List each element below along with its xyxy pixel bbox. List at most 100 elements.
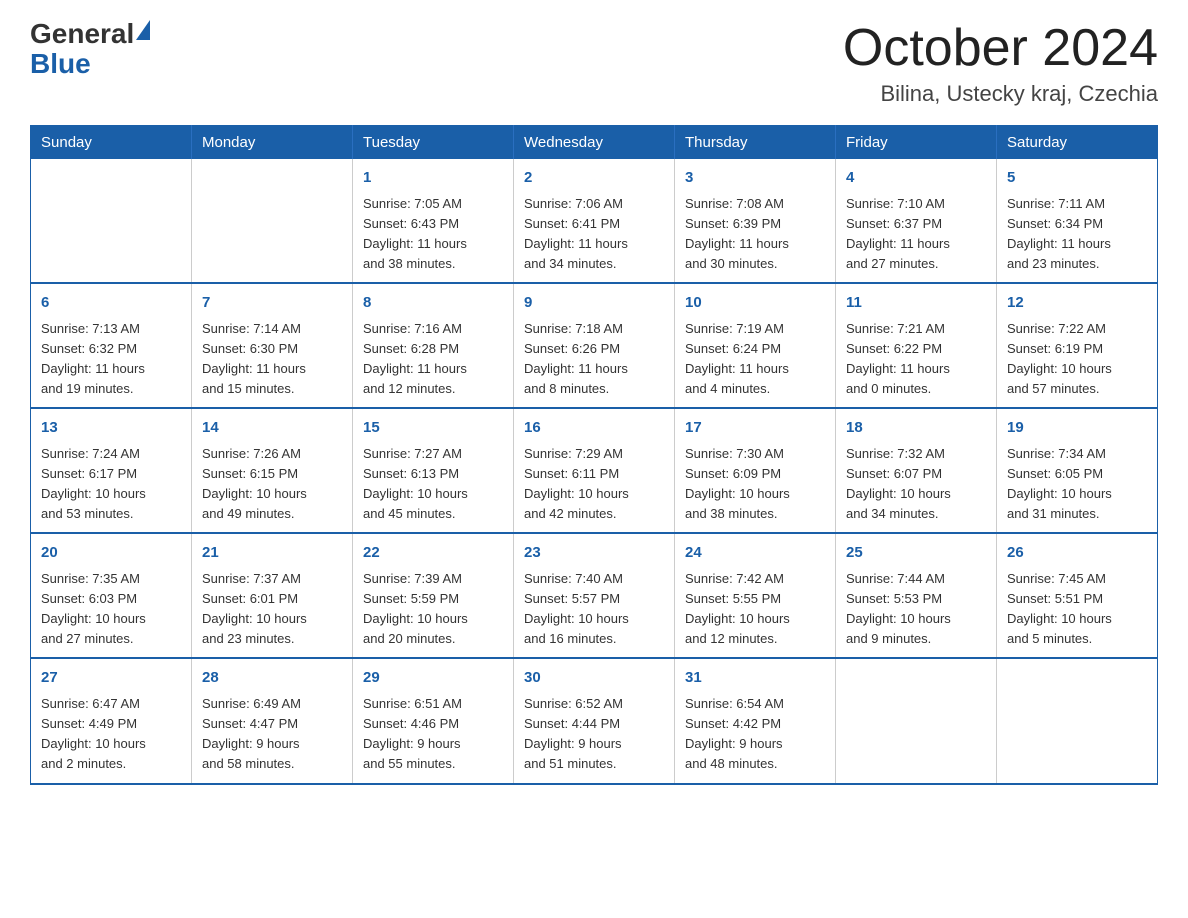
week-row-4: 27 Sunrise: 6:47 AM Sunset: 4:49 PM Dayli… [31,658,1158,783]
day-info: Sunrise: 7:08 AM Sunset: 6:39 PM Dayligh… [685,194,825,275]
day-info: Sunrise: 7:26 AM Sunset: 6:15 PM Dayligh… [202,444,342,525]
week-row-2: 13 Sunrise: 7:24 AM Sunset: 6:17 PM Dayli… [31,408,1158,533]
calendar-cell: 20Sunrise: 7:35 AM Sunset: 6:03 PM Dayli… [31,533,192,658]
day-info: Sunrise: 7:14 AM Sunset: 6:30 PM Dayligh… [202,319,342,400]
month-title: October 2024 [843,20,1158,77]
calendar-cell: 19 Sunrise: 7:34 AM Sunset: 6:05 PM Dayli… [997,408,1158,533]
day-info: Sunrise: 6:52 AM Sunset: 4:44 PM Dayligh… [524,694,664,775]
calendar-cell [192,159,353,283]
calendar-cell [836,658,997,783]
day-number: 31 [685,667,825,690]
calendar-cell: 14 Sunrise: 7:26 AM Sunset: 6:15 PM Dayli… [192,408,353,533]
day-info: Sunrise: 7:24 AM Sunset: 6:17 PM Dayligh… [41,444,181,525]
calendar-cell [31,159,192,283]
calendar-cell: 15 Sunrise: 7:27 AM Sunset: 6:13 PM Dayli… [353,408,514,533]
week-row-3: 20Sunrise: 7:35 AM Sunset: 6:03 PM Dayli… [31,533,1158,658]
day-info: Sunrise: 7:13 AM Sunset: 6:32 PM Dayligh… [41,319,181,400]
calendar-cell: 29 Sunrise: 6:51 AM Sunset: 4:46 PM Dayli… [353,658,514,783]
calendar-cell [997,658,1158,783]
day-info: Sunrise: 7:29 AM Sunset: 6:11 PM Dayligh… [524,444,664,525]
calendar-cell: 17Sunrise: 7:30 AM Sunset: 6:09 PM Dayli… [675,408,836,533]
day-number: 3 [685,167,825,190]
header-friday: Friday [836,126,997,160]
day-number: 13 [41,417,181,440]
day-info: Sunrise: 7:44 AM Sunset: 5:53 PM Dayligh… [846,569,986,650]
day-number: 8 [363,292,503,315]
day-info: Sunrise: 7:40 AM Sunset: 5:57 PM Dayligh… [524,569,664,650]
day-info: Sunrise: 7:27 AM Sunset: 6:13 PM Dayligh… [363,444,503,525]
calendar-cell: 30Sunrise: 6:52 AM Sunset: 4:44 PM Dayli… [514,658,675,783]
day-info: Sunrise: 7:34 AM Sunset: 6:05 PM Dayligh… [1007,444,1147,525]
day-number: 25 [846,542,986,565]
header-tuesday: Tuesday [353,126,514,160]
logo-general-text: General [30,20,134,48]
day-info: Sunrise: 7:06 AM Sunset: 6:41 PM Dayligh… [524,194,664,275]
day-number: 19 [1007,417,1147,440]
day-info: Sunrise: 7:22 AM Sunset: 6:19 PM Dayligh… [1007,319,1147,400]
calendar-cell: 16 Sunrise: 7:29 AM Sunset: 6:11 PM Dayli… [514,408,675,533]
day-info: Sunrise: 7:42 AM Sunset: 5:55 PM Dayligh… [685,569,825,650]
calendar-cell: 5Sunrise: 7:11 AM Sunset: 6:34 PM Daylig… [997,159,1158,283]
day-info: Sunrise: 7:35 AM Sunset: 6:03 PM Dayligh… [41,569,181,650]
day-number: 7 [202,292,342,315]
day-number: 28 [202,667,342,690]
day-number: 24 [685,542,825,565]
page-header: General Blue October 2024 Bilina, Usteck… [30,20,1158,107]
calendar-cell: 2 Sunrise: 7:06 AM Sunset: 6:41 PM Daylig… [514,159,675,283]
header-thursday: Thursday [675,126,836,160]
day-info: Sunrise: 7:37 AM Sunset: 6:01 PM Dayligh… [202,569,342,650]
logo-blue-text: Blue [30,48,91,79]
calendar-cell: 21 Sunrise: 7:37 AM Sunset: 6:01 PM Dayli… [192,533,353,658]
day-number: 26 [1007,542,1147,565]
day-info: Sunrise: 7:21 AM Sunset: 6:22 PM Dayligh… [846,319,986,400]
calendar-cell: 12 Sunrise: 7:22 AM Sunset: 6:19 PM Dayli… [997,283,1158,408]
day-number: 12 [1007,292,1147,315]
day-number: 27 [41,667,181,690]
day-number: 11 [846,292,986,315]
day-number: 1 [363,167,503,190]
calendar-cell: 7 Sunrise: 7:14 AM Sunset: 6:30 PM Daylig… [192,283,353,408]
calendar-cell: 24 Sunrise: 7:42 AM Sunset: 5:55 PM Dayli… [675,533,836,658]
logo-triangle-icon [136,20,150,40]
day-info: Sunrise: 7:19 AM Sunset: 6:24 PM Dayligh… [685,319,825,400]
day-info: Sunrise: 6:49 AM Sunset: 4:47 PM Dayligh… [202,694,342,775]
calendar-cell: 3 Sunrise: 7:08 AM Sunset: 6:39 PM Daylig… [675,159,836,283]
calendar-cell: 28 Sunrise: 6:49 AM Sunset: 4:47 PM Dayli… [192,658,353,783]
day-number: 21 [202,542,342,565]
day-number: 14 [202,417,342,440]
day-info: Sunrise: 6:51 AM Sunset: 4:46 PM Dayligh… [363,694,503,775]
day-info: Sunrise: 7:45 AM Sunset: 5:51 PM Dayligh… [1007,569,1147,650]
week-row-0: 1 Sunrise: 7:05 AM Sunset: 6:43 PM Daylig… [31,159,1158,283]
day-info: Sunrise: 7:05 AM Sunset: 6:43 PM Dayligh… [363,194,503,275]
day-info: Sunrise: 6:47 AM Sunset: 4:49 PM Dayligh… [41,694,181,775]
day-info: Sunrise: 7:11 AM Sunset: 6:34 PM Dayligh… [1007,194,1147,275]
calendar-cell: 25 Sunrise: 7:44 AM Sunset: 5:53 PM Dayli… [836,533,997,658]
week-row-1: 6 Sunrise: 7:13 AM Sunset: 6:32 PM Daylig… [31,283,1158,408]
day-number: 16 [524,417,664,440]
calendar-cell: 23 Sunrise: 7:40 AM Sunset: 5:57 PM Dayli… [514,533,675,658]
day-number: 6 [41,292,181,315]
day-number: 9 [524,292,664,315]
calendar-cell: 9Sunrise: 7:18 AM Sunset: 6:26 PM Daylig… [514,283,675,408]
calendar-cell: 13 Sunrise: 7:24 AM Sunset: 6:17 PM Dayli… [31,408,192,533]
day-number: 23 [524,542,664,565]
day-number: 29 [363,667,503,690]
calendar-cell: 31 Sunrise: 6:54 AM Sunset: 4:42 PM Dayli… [675,658,836,783]
calendar-cell: 26 Sunrise: 7:45 AM Sunset: 5:51 PM Dayli… [997,533,1158,658]
header-saturday: Saturday [997,126,1158,160]
calendar-cell: 6 Sunrise: 7:13 AM Sunset: 6:32 PM Daylig… [31,283,192,408]
calendar-cell: 1 Sunrise: 7:05 AM Sunset: 6:43 PM Daylig… [353,159,514,283]
day-number: 15 [363,417,503,440]
day-number: 10 [685,292,825,315]
day-number: 18 [846,417,986,440]
header-monday: Monday [192,126,353,160]
day-number: 2 [524,167,664,190]
title-area: October 2024 Bilina, Ustecky kraj, Czech… [843,20,1158,107]
calendar-cell: 27 Sunrise: 6:47 AM Sunset: 4:49 PM Dayli… [31,658,192,783]
day-info: Sunrise: 7:10 AM Sunset: 6:37 PM Dayligh… [846,194,986,275]
day-info: Sunrise: 7:39 AM Sunset: 5:59 PM Dayligh… [363,569,503,650]
day-info: Sunrise: 6:54 AM Sunset: 4:42 PM Dayligh… [685,694,825,775]
location-title: Bilina, Ustecky kraj, Czechia [843,81,1158,107]
logo: General Blue [30,20,152,80]
header-sunday: Sunday [31,126,192,160]
